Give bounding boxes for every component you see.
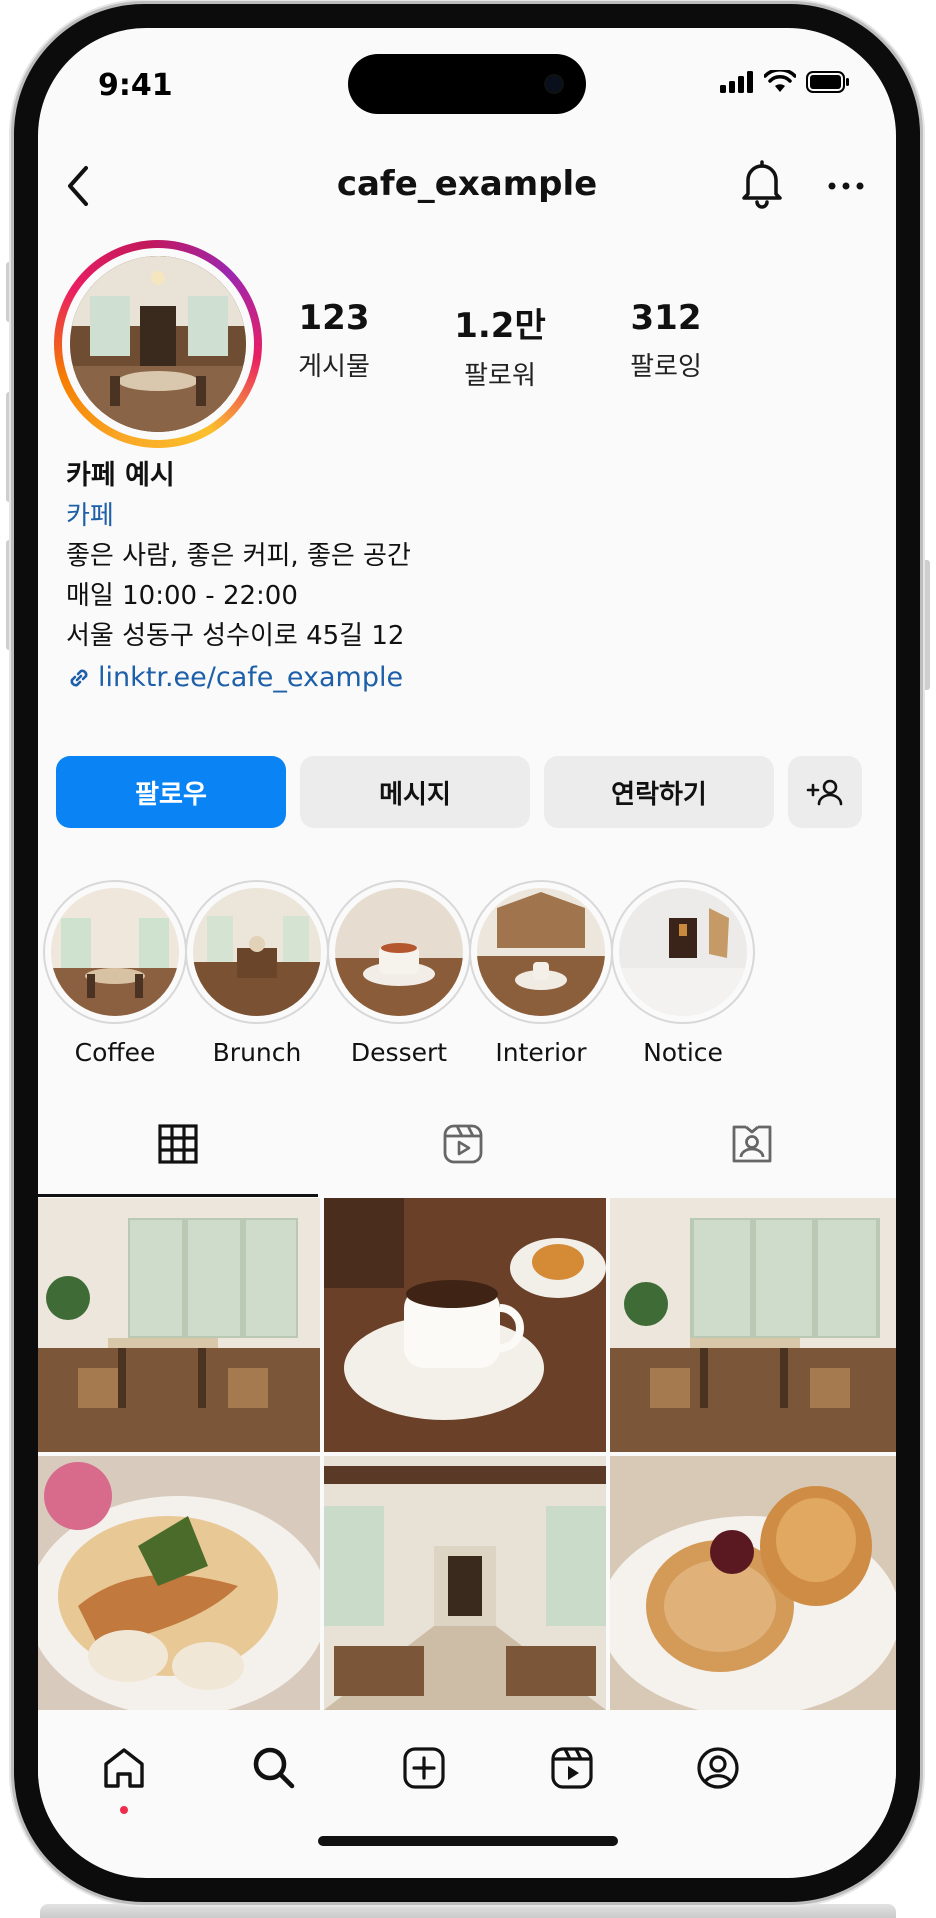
contact-button[interactable]: 연락하기 <box>544 756 774 828</box>
highlight-label: Dessert <box>350 1038 448 1067</box>
phone-side-button-right <box>922 560 930 690</box>
bio-line: 서울 성동구 성수이로 45길 12 <box>66 621 405 651</box>
bio-line: 매일 10:00 - 22:00 <box>66 581 298 611</box>
phone-side-button-left-1 <box>6 262 14 322</box>
phone-shadow <box>40 1904 896 1918</box>
stat-value: 312 <box>630 298 702 338</box>
nav-create[interactable] <box>394 1738 454 1798</box>
post-thumbnail[interactable] <box>38 1198 320 1452</box>
post-thumbnail[interactable] <box>610 1456 896 1710</box>
bottom-navigation <box>38 1718 896 1818</box>
status-icons <box>720 70 850 94</box>
tagged-icon <box>732 1125 772 1163</box>
add-user-icon <box>806 779 843 806</box>
screen: 9:41 cafe_example 123 게시물 1.2만 팔로워 312 팔… <box>38 28 896 1878</box>
nav-reels[interactable] <box>542 1738 602 1798</box>
cellular-signal-icon <box>720 71 753 93</box>
highlight-brunch[interactable]: Brunch <box>182 880 332 1067</box>
highlight-notice[interactable]: Notice <box>608 880 758 1067</box>
bio-line: 좋은 사람, 좋은 커피, 좋은 공간 <box>66 541 411 571</box>
home-indicator[interactable] <box>318 1836 618 1846</box>
grid-icon <box>158 1124 198 1164</box>
phone-side-button-left-2 <box>6 392 14 502</box>
notification-dot <box>120 1806 128 1814</box>
stat-value: 1.2만 <box>454 306 546 346</box>
profile-category[interactable]: 카페 <box>66 496 866 536</box>
highlight-ring <box>185 880 329 1024</box>
link-icon <box>70 669 88 687</box>
stat-value: 123 <box>298 298 370 338</box>
message-button[interactable]: 메시지 <box>300 756 530 828</box>
more-options-button[interactable] <box>818 158 874 214</box>
tab-tagged[interactable] <box>608 1100 896 1188</box>
stat-following[interactable]: 312 팔로잉 <box>591 298 741 383</box>
bell-icon <box>742 160 782 209</box>
status-time: 9:41 <box>98 68 173 103</box>
highlight-ring <box>469 880 613 1024</box>
highlight-interior[interactable]: Interior <box>466 880 616 1067</box>
stat-label: 팔로잉 <box>630 352 702 382</box>
more-horizontal-icon <box>828 182 864 190</box>
stat-label: 팔로워 <box>464 361 536 391</box>
profile-avatar[interactable] <box>54 240 262 448</box>
nav-home[interactable] <box>94 1738 154 1798</box>
profile-header: cafe_example <box>38 158 896 218</box>
profile-link-text: linktr.ee/cafe_example <box>98 662 404 693</box>
stat-posts[interactable]: 123 게시물 <box>259 298 409 383</box>
dynamic-island <box>348 54 586 114</box>
content-tabs <box>38 1100 896 1190</box>
battery-icon <box>806 71 849 93</box>
display-name: 카페 예시 <box>66 460 175 491</box>
avatar-image <box>70 256 246 432</box>
active-tab-indicator <box>38 1194 318 1197</box>
post-thumbnail[interactable] <box>324 1198 606 1452</box>
notifications-button[interactable] <box>738 154 786 210</box>
reels-icon <box>443 1124 483 1164</box>
create-icon <box>403 1747 445 1789</box>
post-thumbnail[interactable] <box>610 1198 896 1452</box>
wifi-icon <box>764 70 796 92</box>
highlight-ring <box>43 880 187 1024</box>
follow-button[interactable]: 팔로우 <box>56 756 286 828</box>
highlight-ring <box>611 880 755 1024</box>
suggest-people-button[interactable] <box>788 756 862 828</box>
highlight-label: Brunch <box>212 1038 302 1067</box>
highlight-label: Interior <box>495 1038 587 1067</box>
stat-label: 게시물 <box>298 352 370 382</box>
highlight-coffee[interactable]: Coffee <box>40 880 190 1067</box>
tab-posts-grid[interactable] <box>38 1100 318 1188</box>
highlight-image <box>619 888 747 1016</box>
post-thumbnail[interactable] <box>324 1456 606 1710</box>
highlight-dessert[interactable]: Dessert <box>324 880 474 1067</box>
phone-frame: 9:41 cafe_example 123 게시물 1.2만 팔로워 312 팔… <box>14 4 920 1902</box>
highlight-image <box>477 888 605 1016</box>
highlight-image <box>335 888 463 1016</box>
nav-profile[interactable] <box>688 1738 748 1798</box>
tab-reels[interactable] <box>318 1100 608 1188</box>
reels-icon <box>551 1747 593 1789</box>
profile-icon <box>697 1747 739 1789</box>
camera-icon <box>546 76 562 92</box>
post-thumbnail[interactable] <box>38 1456 320 1710</box>
profile-link[interactable]: linktr.ee/cafe_example <box>66 658 866 698</box>
home-icon <box>104 1748 144 1788</box>
search-icon <box>253 1747 295 1789</box>
highlight-image <box>51 888 179 1016</box>
avatar-border <box>62 248 254 440</box>
profile-bio: 카페 예시 카페 좋은 사람, 좋은 커피, 좋은 공간 매일 10:00 - … <box>66 456 866 698</box>
highlight-label: Notice <box>643 1038 723 1067</box>
highlight-image <box>193 888 321 1016</box>
phone-side-button-left-3 <box>6 540 14 650</box>
highlight-ring <box>327 880 471 1024</box>
posts-grid <box>38 1198 896 1710</box>
highlight-label: Coffee <box>74 1038 156 1067</box>
nav-search[interactable] <box>244 1738 304 1798</box>
stat-followers[interactable]: 1.2만 팔로워 <box>425 298 575 392</box>
